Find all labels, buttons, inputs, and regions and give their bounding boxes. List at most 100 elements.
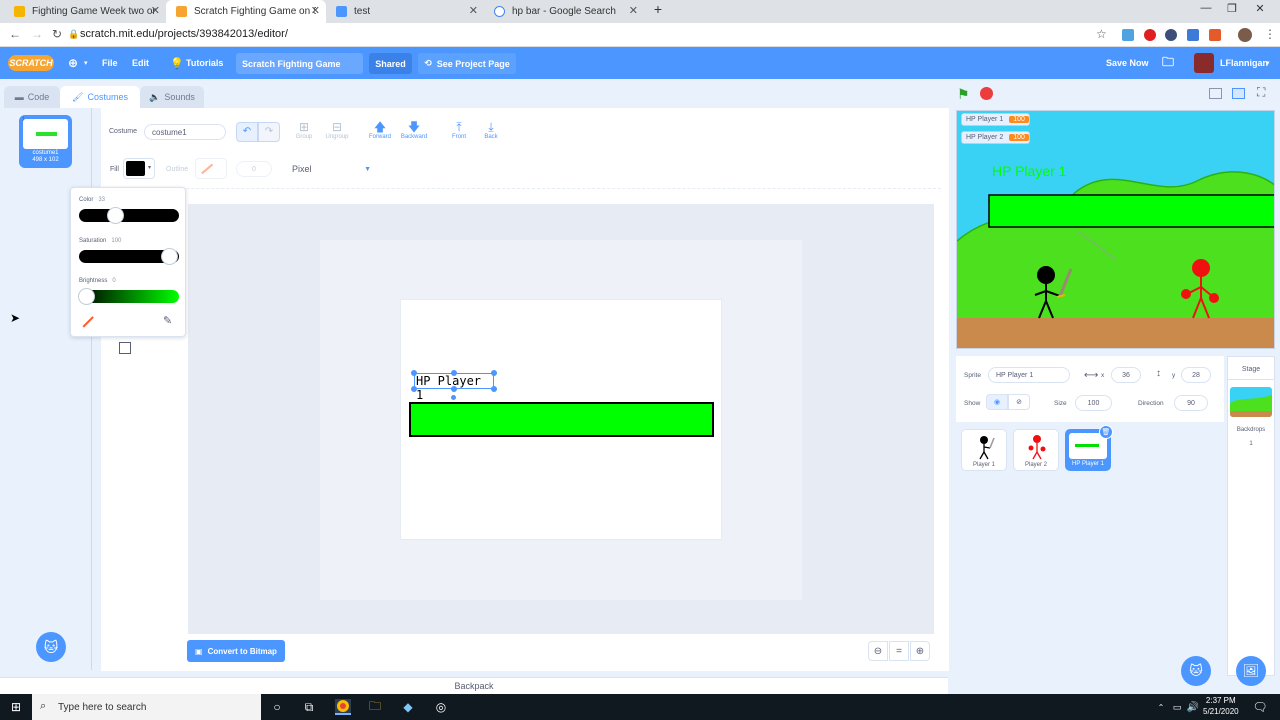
small-stage-icon[interactable] bbox=[1209, 88, 1222, 99]
resize-handle[interactable] bbox=[491, 370, 497, 376]
rotate-handle[interactable] bbox=[451, 395, 456, 400]
brightness-slider[interactable] bbox=[78, 288, 179, 305]
tutorials-menu[interactable]: Tutorials bbox=[186, 47, 223, 79]
convert-to-bitmap-button[interactable]: ▣ Convert to Bitmap bbox=[187, 640, 285, 662]
forward-button[interactable]: 🡅 Forward bbox=[366, 120, 394, 140]
project-title-input[interactable]: Scratch Fighting Game bbox=[236, 53, 363, 74]
delete-sprite-button[interactable]: 🗑 bbox=[1099, 425, 1113, 439]
chevron-down-icon[interactable]: ▾ bbox=[84, 47, 88, 79]
star-icon[interactable]: ☆ bbox=[1096, 27, 1107, 41]
zoom-reset-button[interactable]: = bbox=[889, 641, 909, 661]
sprite-name-input[interactable]: HP Player 1 bbox=[988, 367, 1070, 383]
save-now-button[interactable]: Save Now bbox=[1106, 47, 1149, 79]
size-input[interactable]: 100 bbox=[1075, 395, 1112, 411]
tab-code[interactable]: ▬ Code bbox=[4, 86, 60, 108]
backdrop-thumbnail[interactable] bbox=[1230, 387, 1272, 417]
show-hidden-button[interactable]: ⊘ bbox=[1008, 394, 1030, 410]
resize-handle[interactable] bbox=[451, 386, 457, 392]
close-window-button[interactable]: ✕ bbox=[1250, 2, 1270, 15]
show-visible-button[interactable]: ◉ bbox=[986, 394, 1008, 410]
extension-icon[interactable] bbox=[1209, 29, 1221, 41]
x-input[interactable]: 36 bbox=[1111, 367, 1141, 383]
hp-bar-shape[interactable] bbox=[409, 402, 714, 437]
backward-button[interactable]: 🡇 Backward bbox=[398, 120, 430, 140]
sprite-tile-player1[interactable]: Player 1 bbox=[961, 429, 1007, 471]
cortana-icon[interactable]: ○ bbox=[269, 699, 285, 715]
file-menu[interactable]: File bbox=[102, 47, 118, 79]
group-button[interactable]: ⊞ Group bbox=[292, 120, 316, 140]
no-color-button[interactable] bbox=[82, 316, 94, 328]
outline-color-swatch[interactable] bbox=[195, 158, 227, 179]
stage[interactable]: HP Player 1 100 HP Player 2 100 HP Playe… bbox=[956, 110, 1275, 349]
choose-backdrop-button[interactable]: 🖼 bbox=[1236, 656, 1266, 686]
color-slider[interactable] bbox=[79, 207, 179, 224]
browser-tab[interactable]: Fighting Game Week two on Scr ✕ bbox=[4, 0, 166, 23]
back-arrow-icon[interactable]: ← bbox=[9, 27, 21, 41]
user-avatar[interactable] bbox=[1194, 47, 1214, 79]
costume-name-input[interactable]: costume1 bbox=[144, 124, 226, 140]
outline-width-input[interactable]: 0 bbox=[236, 161, 272, 177]
notifications-icon[interactable]: 🗨 bbox=[1252, 699, 1268, 715]
hp-player2-monitor[interactable]: HP Player 2 100 bbox=[961, 131, 1030, 144]
shared-button[interactable]: Shared bbox=[369, 53, 412, 74]
back-button[interactable]: ⤓ Back bbox=[481, 120, 501, 140]
fullscreen-icon[interactable]: ⛶ bbox=[1257, 85, 1265, 100]
more-options-icon[interactable]: ⋮ bbox=[1264, 27, 1276, 41]
edit-menu[interactable]: Edit bbox=[132, 47, 149, 79]
close-icon[interactable]: ✕ bbox=[311, 4, 320, 17]
tab-sounds[interactable]: 🔈 Sounds bbox=[140, 86, 204, 108]
sprite-tile-player2[interactable]: Player 2 bbox=[1013, 429, 1059, 471]
globe-icon[interactable]: ⊕ bbox=[68, 47, 78, 79]
close-icon[interactable]: ✕ bbox=[469, 4, 478, 17]
stop-icon[interactable] bbox=[980, 87, 993, 100]
extension-icon[interactable] bbox=[1122, 29, 1134, 41]
costume-thumbnail[interactable]: 1 costume1 498 x 102 bbox=[19, 115, 72, 168]
green-flag-icon[interactable]: ⚑ bbox=[957, 86, 970, 103]
rectangle-tool-icon[interactable] bbox=[119, 342, 131, 354]
saturation-slider-knob[interactable] bbox=[161, 248, 178, 265]
scratch-logo[interactable]: SCRATCH bbox=[8, 55, 54, 71]
choose-costume-button[interactable]: 🐱 bbox=[36, 632, 66, 662]
volume-icon[interactable]: 🔊 bbox=[1185, 699, 1201, 715]
fill-color-swatch[interactable]: ▾ bbox=[123, 158, 155, 179]
chrome-icon[interactable] bbox=[335, 699, 351, 715]
y-input[interactable]: 28 bbox=[1181, 367, 1211, 383]
chevron-up-icon[interactable]: ⌃ bbox=[1153, 699, 1169, 715]
saturation-slider[interactable] bbox=[79, 248, 179, 265]
zoom-in-button[interactable]: ⊕ bbox=[910, 641, 930, 661]
taskbar-search-input[interactable]: ⌕ Type here to search bbox=[32, 694, 261, 720]
extension-icon[interactable] bbox=[1187, 29, 1199, 41]
see-project-page-button[interactable]: ⟲ See Project Page bbox=[418, 53, 516, 74]
zoom-out-button[interactable]: ⊖ bbox=[868, 641, 888, 661]
windows-start-icon[interactable]: ⊞ bbox=[8, 699, 24, 715]
app-icon[interactable]: ◆ bbox=[400, 699, 416, 715]
choose-sprite-button[interactable]: 🐱 bbox=[1181, 656, 1211, 686]
large-stage-icon[interactable] bbox=[1232, 88, 1245, 99]
ungroup-button[interactable]: ⊟ Ungroup bbox=[323, 120, 351, 140]
backpack-bar[interactable]: Backpack bbox=[0, 677, 948, 694]
file-explorer-icon[interactable]: 🗀 bbox=[367, 699, 383, 715]
maximize-button[interactable]: ❐ bbox=[1222, 2, 1242, 15]
front-button[interactable]: ⤒ Front bbox=[449, 120, 469, 140]
clock[interactable]: 2:37 PM 5/21/2020 bbox=[1203, 695, 1239, 717]
direction-input[interactable]: 90 bbox=[1174, 395, 1208, 411]
color-slider-knob[interactable] bbox=[107, 207, 124, 224]
redo-button[interactable]: ↷ bbox=[258, 122, 280, 142]
extension-icon[interactable] bbox=[1165, 29, 1177, 41]
url-text[interactable]: scratch.mit.edu/projects/393842013/edito… bbox=[80, 28, 288, 40]
browser-tab[interactable]: test ✕ bbox=[326, 0, 484, 23]
reload-icon[interactable]: ↻ bbox=[52, 27, 62, 41]
close-icon[interactable]: ✕ bbox=[151, 4, 160, 17]
browser-tab-active[interactable]: Scratch Fighting Game on Scrat ✕ bbox=[166, 0, 326, 23]
username-label[interactable]: LFlannigan bbox=[1220, 47, 1268, 79]
resize-handle[interactable] bbox=[411, 386, 417, 392]
profile-avatar[interactable] bbox=[1238, 28, 1252, 42]
forward-arrow-icon[interactable]: → bbox=[31, 27, 43, 41]
chevron-down-icon[interactable]: ▾ bbox=[1266, 47, 1270, 79]
task-view-icon[interactable]: ⧉ bbox=[301, 699, 317, 715]
resize-handle[interactable] bbox=[491, 386, 497, 392]
network-icon[interactable]: ▭ bbox=[1169, 699, 1185, 715]
tab-costumes[interactable]: 🖌 Costumes bbox=[60, 86, 140, 108]
minimize-button[interactable]: — bbox=[1196, 2, 1216, 14]
hp-player1-monitor[interactable]: HP Player 1 100 bbox=[961, 113, 1030, 126]
